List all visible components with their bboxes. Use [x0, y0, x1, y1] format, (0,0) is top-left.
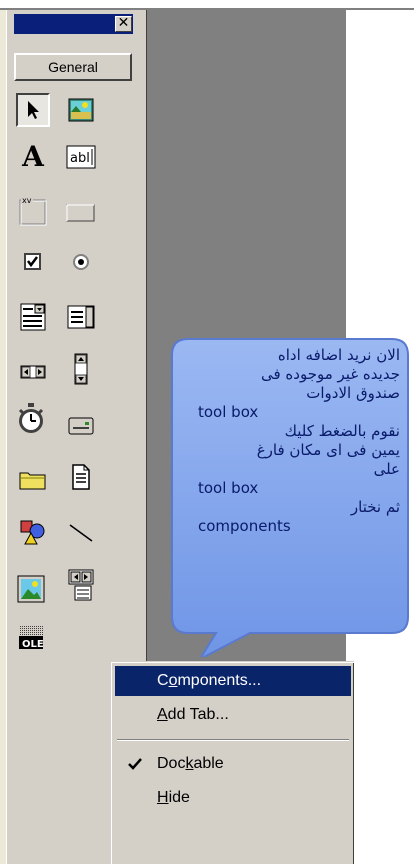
svg-text:xv: xv — [22, 196, 32, 205]
callout-line: components — [198, 517, 291, 535]
menu-item-dockable[interactable]: Dockable — [115, 749, 351, 779]
toolbox-left-edge — [0, 10, 7, 864]
callout-line: ثم نختار — [350, 498, 400, 516]
close-button[interactable]: ✕ — [115, 16, 132, 32]
menu-label-part: ide — [168, 789, 190, 806]
callout-line: صندوق الادوات — [306, 384, 400, 402]
close-icon: ✕ — [117, 15, 130, 31]
vscrollbar-icon[interactable] — [64, 352, 98, 386]
shape-icon[interactable] — [16, 516, 50, 550]
timer-icon[interactable] — [14, 402, 48, 436]
menu-label-part: Doc — [157, 755, 186, 772]
commandbutton-icon[interactable] — [64, 196, 98, 230]
callout-line: tool box — [198, 479, 259, 497]
callout-line: الان نريد اضافه اداه — [277, 346, 400, 364]
frame-icon[interactable]: xv — [16, 194, 50, 228]
combobox-icon[interactable] — [16, 300, 50, 334]
context-menu: Components... Add Tab... Dockable Hide — [110, 661, 354, 864]
textbox-icon[interactable]: abl — [64, 140, 98, 174]
picturebox-icon[interactable] — [64, 93, 98, 127]
filelistbox-icon[interactable] — [64, 460, 98, 494]
menu-item-add-tab[interactable]: Add Tab... — [115, 700, 351, 730]
label-icon[interactable]: A — [16, 140, 50, 174]
menu-label-part: mponents... — [177, 672, 262, 689]
svg-text:OLE: OLE — [22, 639, 44, 650]
menu-item-hide[interactable]: Hide — [115, 783, 351, 813]
callout-line: جديده غير موجوده فى — [260, 365, 400, 383]
menu-item-components[interactable]: Components... — [115, 666, 351, 696]
dirlistbox-icon[interactable] — [16, 463, 50, 497]
menu-accelerator: A — [157, 706, 168, 723]
menu-label-part: C — [157, 672, 169, 689]
svg-text:abl: abl — [70, 151, 90, 166]
callout-line: على — [373, 460, 400, 478]
tab-general[interactable]: General — [14, 53, 132, 81]
menu-label-part: able — [193, 755, 224, 772]
callout-line: tool box — [198, 403, 259, 421]
callout-line: نقوم بالضغط كليك — [284, 422, 400, 440]
checkmark-icon — [128, 758, 142, 770]
hscrollbar-icon[interactable] — [16, 355, 50, 389]
form-area-border — [146, 10, 147, 664]
pointer-icon[interactable] — [16, 93, 50, 127]
image-icon[interactable] — [14, 572, 48, 606]
optionbutton-icon[interactable] — [64, 245, 98, 279]
data-icon[interactable] — [64, 568, 98, 602]
drivelistbox-icon[interactable] — [64, 409, 98, 443]
checkbox-icon[interactable] — [16, 245, 50, 279]
callout-line: يمين فى اى مكان فارغ — [256, 441, 400, 459]
menu-accelerator: H — [157, 789, 169, 806]
top-bar — [0, 0, 414, 10]
listbox-icon[interactable] — [64, 300, 98, 334]
callout-text: الان نريد اضافه اداه جديده غير موجوده فى… — [178, 346, 404, 536]
line-icon[interactable] — [64, 516, 98, 550]
menu-separator — [117, 739, 349, 741]
ole-icon[interactable]: OLE — [14, 620, 48, 654]
menu-label-part: dd Tab... — [167, 706, 229, 723]
